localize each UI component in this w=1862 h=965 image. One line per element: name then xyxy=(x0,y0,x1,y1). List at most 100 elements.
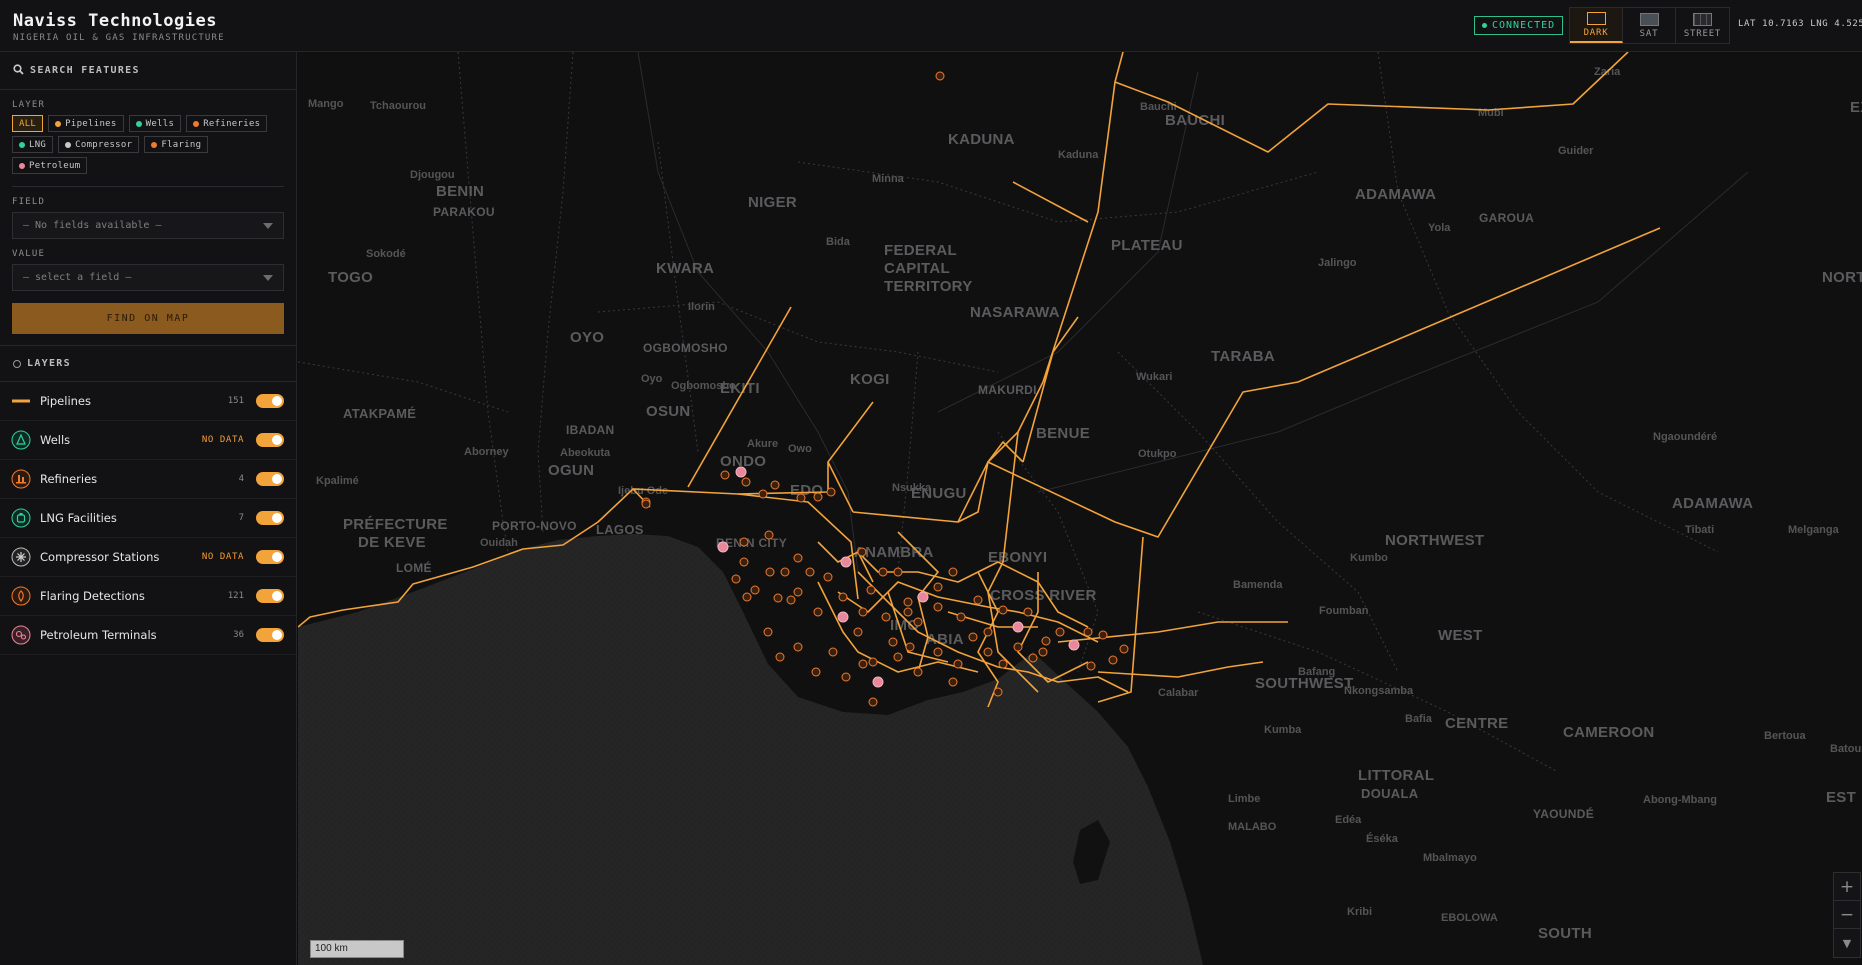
flare-marker[interactable] xyxy=(913,617,923,627)
flare-marker[interactable] xyxy=(973,595,983,605)
layer-toggle-lng[interactable] xyxy=(256,511,284,525)
flare-marker[interactable] xyxy=(956,612,966,622)
petroleum-terminal-marker[interactable] xyxy=(735,466,747,478)
flare-marker[interactable] xyxy=(868,657,878,667)
flare-marker[interactable] xyxy=(933,647,943,657)
flare-marker[interactable] xyxy=(948,677,958,687)
chip-refineries[interactable]: Refineries xyxy=(186,115,268,132)
petroleum-terminal-marker[interactable] xyxy=(917,591,929,603)
flare-marker[interactable] xyxy=(893,652,903,662)
flare-marker[interactable] xyxy=(1028,653,1038,663)
flare-marker[interactable] xyxy=(881,612,891,622)
flare-marker[interactable] xyxy=(998,659,1008,669)
flare-marker[interactable] xyxy=(1038,647,1048,657)
search-features-header[interactable]: SEARCH FEATURES xyxy=(0,52,296,90)
petroleum-terminal-marker[interactable] xyxy=(1068,639,1080,651)
layer-toggle-compressor[interactable] xyxy=(256,550,284,564)
flare-marker[interactable] xyxy=(857,547,867,557)
chip-wells[interactable]: Wells xyxy=(128,115,182,132)
flare-marker[interactable] xyxy=(841,672,851,682)
chip-pipelines[interactable]: Pipelines xyxy=(48,115,124,132)
flare-marker[interactable] xyxy=(1083,627,1093,637)
layer-toggle-petroleum[interactable] xyxy=(256,628,284,642)
flare-marker[interactable] xyxy=(903,597,913,607)
map-canvas[interactable]: BAUCHI KADUNA NIGER BENIN PARAKOU TOGO K… xyxy=(298,52,1862,965)
flare-marker[interactable] xyxy=(1041,636,1051,646)
flare-marker[interactable] xyxy=(741,477,751,487)
flare-marker[interactable] xyxy=(905,642,915,652)
flare-marker[interactable] xyxy=(770,480,780,490)
flare-marker[interactable] xyxy=(893,567,903,577)
flare-marker[interactable] xyxy=(1023,607,1033,617)
flare-marker[interactable] xyxy=(796,493,806,503)
flare-marker[interactable] xyxy=(758,489,768,499)
chip-all[interactable]: ALL xyxy=(12,115,44,132)
flare-marker[interactable] xyxy=(933,582,943,592)
zoom-in-button[interactable]: + xyxy=(1834,873,1860,901)
layer-toggle-pipelines[interactable] xyxy=(256,394,284,408)
flare-marker[interactable] xyxy=(933,602,943,612)
flare-marker[interactable] xyxy=(983,627,993,637)
flare-marker[interactable] xyxy=(1098,630,1108,640)
flare-marker[interactable] xyxy=(763,627,773,637)
petroleum-terminal-marker[interactable] xyxy=(872,676,884,688)
petroleum-terminal-marker[interactable] xyxy=(837,611,849,623)
flare-marker[interactable] xyxy=(948,567,958,577)
flare-marker[interactable] xyxy=(1055,627,1065,637)
flare-marker[interactable] xyxy=(1119,644,1129,654)
flare-marker[interactable] xyxy=(793,553,803,563)
flare-marker[interactable] xyxy=(731,574,741,584)
flare-marker[interactable] xyxy=(858,607,868,617)
flare-marker[interactable] xyxy=(953,659,963,669)
flare-marker[interactable] xyxy=(878,567,888,577)
flare-marker[interactable] xyxy=(903,607,913,617)
layer-toggle-refineries[interactable] xyxy=(256,472,284,486)
flare-marker[interactable] xyxy=(1013,642,1023,652)
chip-compressor[interactable]: Compressor xyxy=(58,136,140,153)
flare-marker[interactable] xyxy=(742,592,752,602)
flare-marker[interactable] xyxy=(853,627,863,637)
flare-marker[interactable] xyxy=(750,585,760,595)
flare-marker[interactable] xyxy=(739,537,749,547)
flare-marker[interactable] xyxy=(823,572,833,582)
basemap-sat-button[interactable]: SAT xyxy=(1623,8,1676,43)
flare-marker[interactable] xyxy=(858,659,868,669)
flare-marker[interactable] xyxy=(739,557,749,567)
layer-toggle-flaring[interactable] xyxy=(256,589,284,603)
flare-marker[interactable] xyxy=(993,687,1003,697)
chip-lng[interactable]: LNG xyxy=(12,136,54,153)
flare-marker[interactable] xyxy=(793,642,803,652)
field-select[interactable]: — No fields available — xyxy=(12,212,284,239)
flare-marker[interactable] xyxy=(998,605,1008,615)
petroleum-terminal-marker[interactable] xyxy=(717,541,729,553)
chip-flaring[interactable]: Flaring xyxy=(144,136,209,153)
flare-marker[interactable] xyxy=(805,567,815,577)
flare-marker[interactable] xyxy=(786,595,796,605)
flare-marker[interactable] xyxy=(813,492,823,502)
flare-marker[interactable] xyxy=(828,647,838,657)
flare-marker[interactable] xyxy=(811,667,821,677)
basemap-street-button[interactable]: STREET xyxy=(1676,8,1729,43)
flare-marker[interactable] xyxy=(773,593,783,603)
flare-marker[interactable] xyxy=(983,647,993,657)
flare-marker[interactable] xyxy=(764,530,774,540)
find-on-map-button[interactable]: FIND ON MAP xyxy=(12,303,284,334)
flare-marker[interactable] xyxy=(913,667,923,677)
flare-marker[interactable] xyxy=(868,697,878,707)
flare-marker[interactable] xyxy=(765,567,775,577)
flare-marker[interactable] xyxy=(775,652,785,662)
layer-toggle-wells[interactable] xyxy=(256,433,284,447)
zoom-out-button[interactable]: − xyxy=(1834,901,1860,929)
flare-marker[interactable] xyxy=(935,71,945,81)
flare-marker[interactable] xyxy=(793,587,803,597)
flare-marker[interactable] xyxy=(641,499,651,509)
flare-marker[interactable] xyxy=(866,585,876,595)
flare-marker[interactable] xyxy=(1086,661,1096,671)
basemap-dark-button[interactable]: DARK xyxy=(1570,8,1623,43)
flare-marker[interactable] xyxy=(720,470,730,480)
flare-marker[interactable] xyxy=(888,637,898,647)
flare-marker[interactable] xyxy=(780,567,790,577)
petroleum-terminal-marker[interactable] xyxy=(840,556,852,568)
value-select[interactable]: — select a field — xyxy=(12,264,284,291)
chip-petroleum[interactable]: Petroleum xyxy=(12,157,88,174)
